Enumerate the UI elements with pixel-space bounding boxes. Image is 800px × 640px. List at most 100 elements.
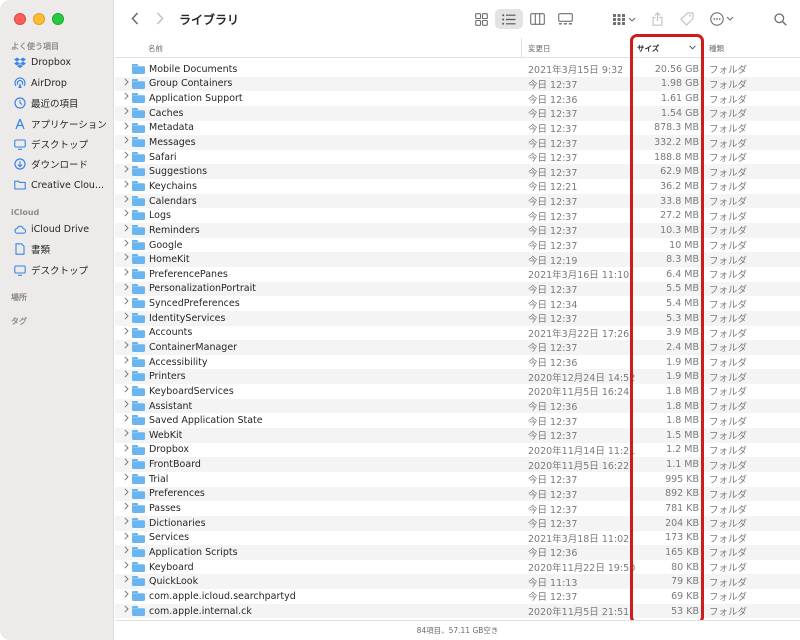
table-row[interactable]: QuickLook 今日 11:13 79 KB フォルダ — [115, 574, 800, 590]
sidebar-item-downloads[interactable]: ダウンロード — [14, 155, 112, 173]
disclosure-chevron-icon[interactable] — [124, 444, 129, 454]
table-row[interactable]: Caches 今日 12:37 1.54 GB フォルダ — [115, 105, 800, 121]
table-row[interactable]: Passes 今日 12:37 781 KB フォルダ — [115, 501, 800, 516]
table-row[interactable]: Accessibility 今日 12:36 1.9 MB フォルダ — [115, 355, 800, 370]
sidebar-item-airdrop[interactable]: AirDrop — [14, 74, 112, 92]
disclosure-chevron-icon[interactable] — [124, 502, 129, 512]
minimize-button[interactable] — [33, 13, 45, 25]
table-row[interactable]: Messages 今日 12:37 332.2 MB フォルダ — [115, 135, 800, 150]
share-button[interactable] — [648, 9, 666, 29]
table-row[interactable]: FrontBoard 2020年11月5日 16:22 1.1 MB フォルダ — [115, 457, 800, 472]
disclosure-chevron-icon[interactable] — [124, 458, 129, 468]
disclosure-chevron-icon[interactable] — [124, 429, 129, 439]
sidebar-item-icloud-desktop[interactable]: デスクトップ — [14, 261, 112, 279]
disclosure-chevron-icon[interactable] — [124, 239, 129, 249]
disclosure-chevron-icon[interactable] — [124, 92, 129, 102]
disclosure-chevron-icon[interactable] — [124, 326, 129, 337]
disclosure-chevron-icon[interactable] — [124, 546, 129, 556]
table-row[interactable]: Dropbox 2020年11月14日 11:21 1.2 MB フォルダ — [115, 443, 800, 458]
disclosure-chevron-icon[interactable] — [124, 414, 129, 424]
disclosure-chevron-icon[interactable] — [124, 195, 129, 205]
sidebar-item-desktop[interactable]: デスクトップ — [14, 135, 112, 153]
table-row[interactable]: Keychains 今日 12:21 36.2 MB フォルダ — [115, 179, 800, 194]
disclosure-chevron-icon[interactable] — [124, 517, 129, 527]
disclosure-chevron-icon[interactable] — [124, 473, 129, 483]
table-row[interactable]: Printers 2020年12月24日 14:52 1.9 MB フォルダ — [115, 369, 800, 385]
disclosure-chevron-icon[interactable] — [124, 283, 129, 293]
forward-button[interactable] — [151, 8, 169, 28]
table-row[interactable]: Services 2021年3月18日 11:02 173 KB フォルダ — [115, 531, 800, 546]
table-row[interactable]: Reminders 今日 12:37 10.3 MB フォルダ — [115, 223, 800, 238]
disclosure-chevron-icon[interactable] — [124, 78, 129, 88]
sidebar-item-creative-cloud[interactable]: Creative Clou... — [14, 176, 112, 194]
table-row[interactable]: Google 今日 12:37 10 MB フォルダ — [115, 238, 800, 253]
sidebar-item-icloud-drive[interactable]: iCloud Drive — [14, 220, 112, 238]
disclosure-chevron-icon[interactable] — [124, 107, 129, 117]
disclosure-chevron-icon[interactable] — [124, 575, 129, 585]
table-row[interactable]: Safari 今日 12:37 188.8 MB フォルダ — [115, 150, 800, 165]
column-view-button[interactable] — [526, 9, 548, 29]
sidebar-item-dropbox[interactable]: Dropbox — [14, 53, 112, 71]
table-row[interactable]: Suggestions 今日 12:37 62.9 MB フォルダ — [115, 164, 800, 180]
disclosure-chevron-icon[interactable] — [124, 253, 129, 263]
gallery-view-button[interactable] — [554, 9, 576, 29]
disclosure-chevron-icon[interactable] — [124, 590, 129, 600]
disclosure-chevron-icon[interactable] — [124, 370, 129, 380]
table-row[interactable]: Calendars 今日 12:37 33.8 MB フォルダ — [115, 193, 800, 209]
table-row[interactable]: HomeKit 今日 12:19 8.3 MB フォルダ — [115, 252, 800, 267]
disclosure-chevron-icon[interactable] — [124, 605, 129, 615]
disclosure-chevron-icon[interactable] — [124, 180, 129, 190]
table-row[interactable]: WebKit 今日 12:37 1.5 MB フォルダ — [115, 428, 800, 443]
action-menu-button[interactable] — [709, 9, 739, 29]
tag-button[interactable] — [677, 9, 697, 29]
icon-view-button[interactable] — [470, 9, 492, 29]
sidebar-item-documents[interactable]: 書類 — [14, 240, 112, 258]
table-row[interactable]: Group Containers 今日 12:37 1.98 GB フォルダ — [115, 76, 800, 92]
table-row[interactable]: PreferencePanes 2021年3月16日 11:10 6.4 MB フォル… — [115, 267, 800, 282]
table-row[interactable]: KeyboardServices 2020年11月5日 16:24 1.8 MB フォ… — [115, 384, 800, 399]
disclosure-chevron-icon[interactable] — [124, 151, 129, 161]
table-row[interactable]: Trial 今日 12:37 995 KB フォルダ — [115, 472, 800, 487]
disclosure-chevron-icon[interactable] — [124, 531, 129, 542]
disclosure-chevron-icon[interactable] — [124, 268, 129, 278]
table-row[interactable]: Application Scripts 今日 12:36 165 KB フォルダ — [115, 545, 800, 560]
column-header-date[interactable]: 変更日 — [521, 38, 629, 58]
disclosure-chevron-icon[interactable] — [124, 122, 129, 132]
disclosure-chevron-icon[interactable] — [124, 224, 129, 234]
sidebar-item-applications[interactable]: アプリケーション — [14, 115, 112, 133]
table-row[interactable]: com.apple.internal.ck 2020年11月5日 21:51 53 … — [115, 603, 800, 619]
list-view-button[interactable] — [495, 9, 523, 29]
disclosure-chevron-icon[interactable] — [124, 165, 129, 175]
disclosure-chevron-icon[interactable] — [124, 385, 129, 395]
table-row[interactable]: Saved Application State 今日 12:37 1.8 MB フォル… — [115, 413, 800, 428]
table-row[interactable]: com.apple.icloud.searchpartyd 今日 12:37 69 … — [115, 589, 800, 604]
disclosure-chevron-icon[interactable] — [124, 209, 129, 219]
close-button[interactable] — [14, 13, 26, 25]
table-row[interactable]: IdentityServices 今日 12:37 5.3 MB フォルダ — [115, 310, 800, 326]
search-button[interactable] — [771, 9, 789, 29]
sidebar-item-recents[interactable]: 最近の項目 — [14, 94, 112, 112]
column-header-name[interactable]: 名前 — [148, 38, 520, 58]
table-row[interactable]: Keyboard 2020年11月22日 19:50 80 KB フォルダ — [115, 560, 800, 575]
disclosure-chevron-icon[interactable] — [124, 312, 129, 322]
disclosure-chevron-icon[interactable] — [124, 400, 129, 410]
table-row[interactable]: Dictionaries 今日 12:37 204 KB フォルダ — [115, 515, 800, 531]
disclosure-chevron-icon[interactable] — [124, 561, 129, 571]
disclosure-chevron-icon[interactable] — [124, 297, 129, 307]
table-row[interactable]: Accounts 2021年3月22日 17:26 3.9 MB フォルダ — [115, 326, 800, 341]
table-row[interactable]: Logs 今日 12:37 27.2 MB フォルダ — [115, 208, 800, 223]
column-header-kind[interactable]: 種類 — [702, 38, 800, 58]
table-row[interactable]: Application Support 今日 12:36 1.61 GB フォルダ — [115, 91, 800, 106]
zoom-button[interactable] — [52, 13, 64, 25]
table-row[interactable]: PersonalizationPortrait 今日 12:37 5.5 MB フォル… — [115, 281, 800, 297]
disclosure-chevron-icon[interactable] — [124, 341, 129, 351]
column-header-size[interactable]: サイズ — [630, 38, 702, 58]
table-row[interactable]: Assistant 今日 12:36 1.8 MB フォルダ — [115, 398, 800, 414]
back-button[interactable] — [126, 8, 144, 28]
disclosure-chevron-icon[interactable] — [124, 136, 129, 146]
disclosure-chevron-icon[interactable] — [124, 356, 129, 366]
group-button[interactable] — [612, 9, 638, 29]
table-row[interactable]: Preferences 今日 12:37 892 KB フォルダ — [115, 486, 800, 502]
disclosure-chevron-icon[interactable] — [124, 488, 129, 498]
table-row[interactable]: SyncedPreferences 今日 12:34 5.4 MB フォルダ — [115, 296, 800, 311]
